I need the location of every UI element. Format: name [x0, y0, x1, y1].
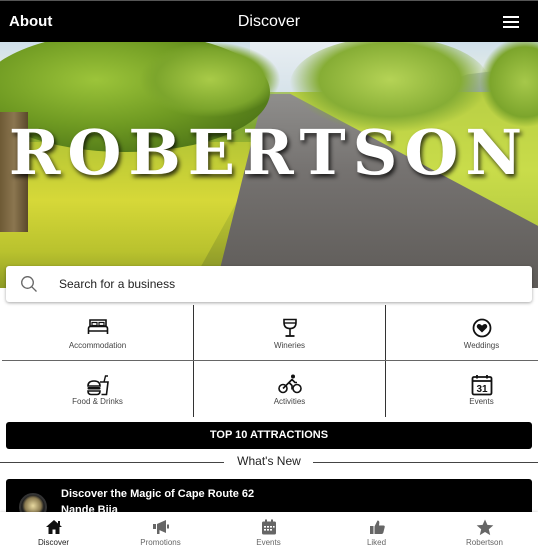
bottom-navigation: Discover Promotions Events Liked Roberts…: [0, 512, 538, 554]
top-10-attractions-button[interactable]: TOP 10 ATTRACTIONS: [6, 422, 532, 449]
nav-robertson[interactable]: Robertson: [431, 512, 538, 554]
news-title: Discover the Magic of Cape Route 62: [61, 488, 255, 500]
category-weddings[interactable]: Weddings: [392, 305, 538, 361]
category-grid: Accommodation Wineries Weddings Food & D…: [0, 305, 538, 417]
category-label: Events: [469, 397, 494, 406]
star-icon: [476, 519, 493, 536]
nav-label: Robertson: [466, 538, 503, 547]
nav-discover[interactable]: Discover: [0, 512, 107, 554]
search-placeholder: Search for a business: [59, 277, 176, 291]
about-link[interactable]: About: [9, 13, 52, 30]
burger-drink-icon: [86, 375, 109, 396]
category-activities[interactable]: Activities: [200, 361, 379, 417]
wine-glass-icon: [282, 318, 297, 337]
grid-divider: [385, 305, 386, 417]
nav-label: Events: [256, 538, 281, 547]
cyclist-icon: [277, 374, 302, 394]
category-wineries[interactable]: Wineries: [200, 305, 379, 361]
category-label: Activities: [273, 397, 306, 406]
category-events[interactable]: 31 Events: [392, 361, 538, 417]
search-icon: [21, 276, 37, 292]
megaphone-icon: [152, 520, 169, 534]
page-title: Discover: [237, 13, 301, 30]
nav-liked[interactable]: Liked: [323, 512, 430, 554]
bed-icon: [87, 319, 108, 334]
nav-label: Discover: [37, 538, 70, 547]
whats-new-header: What's New: [0, 453, 538, 469]
hamburger-menu-icon[interactable]: [503, 16, 519, 29]
hero-banner: ROBERTSON: [0, 42, 538, 288]
home-icon: [45, 520, 62, 534]
hero-trees-left-back: [140, 42, 280, 117]
calendar-icon: 31: [471, 375, 492, 396]
category-label: Food & Drinks: [72, 397, 123, 406]
thumbs-up-icon: [369, 520, 385, 534]
grid-divider: [193, 305, 194, 417]
hero-town-name: ROBERTSON: [8, 116, 530, 189]
top-app-bar: About Discover: [0, 0, 538, 42]
nav-events[interactable]: Events: [215, 512, 322, 554]
nav-label: Liked: [366, 538, 387, 547]
category-label: Weddings: [463, 341, 500, 350]
business-search-input[interactable]: Search for a business: [6, 266, 532, 302]
whats-new-heading: What's New: [237, 454, 301, 468]
calendar-day: 31: [476, 384, 488, 395]
category-food-drinks[interactable]: Food & Drinks: [8, 361, 187, 417]
category-accommodation[interactable]: Accommodation: [8, 305, 187, 361]
category-label: Wineries: [273, 341, 306, 350]
heart-circle-icon: [472, 318, 491, 338]
nav-label: Promotions: [140, 538, 181, 547]
category-label: Accommodation: [68, 341, 127, 350]
calendar-icon: [261, 519, 276, 535]
app-screen: About Discover ROBERTSON Search for a bu…: [0, 0, 538, 554]
nav-promotions[interactable]: Promotions: [107, 512, 214, 554]
